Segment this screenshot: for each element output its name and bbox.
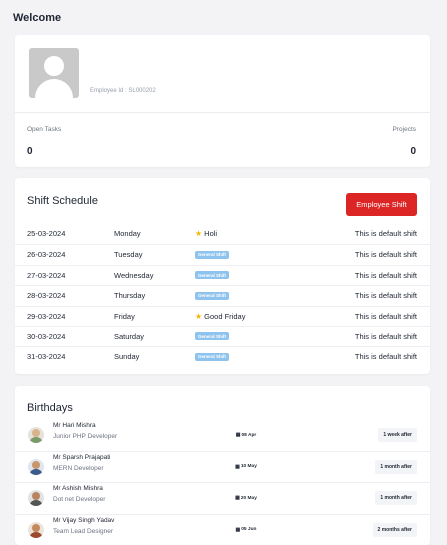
shift-badge: General Shift: [195, 352, 230, 361]
shift-day: Thursday: [114, 291, 146, 301]
shift-row: 31-03-2024 Sunday General Shift This is def…: [15, 346, 430, 366]
divider: [15, 482, 430, 483]
shift-badge: General Shift: [195, 332, 230, 341]
projects-value: 0: [410, 146, 416, 157]
page-title: Welcome: [13, 12, 62, 24]
holiday-name: Holi: [204, 229, 218, 238]
shift-description: This is default shift: [354, 311, 417, 321]
avatar: [28, 490, 44, 506]
shift-date: 30-03-2024: [27, 331, 66, 341]
employee-shift-button[interactable]: Employee Shift: [346, 193, 417, 216]
star-icon: ★: [195, 311, 203, 321]
employee-role: Dot net Developer: [53, 496, 106, 503]
birthday-relative: 1 month after: [375, 491, 417, 505]
birthday-item: Mr Hari Mishra Junior PHP Developer ▦ 08 Ap…: [15, 421, 430, 452]
employee-role: Junior PHP Developer: [53, 433, 118, 440]
shift-date: 26-03-2024: [27, 250, 66, 260]
shift-row: 26-03-2024 Tuesday General Shift This is de…: [15, 244, 430, 264]
birthday-date-text: 10 May: [240, 464, 257, 469]
projects-label: Projects: [392, 126, 416, 133]
shift-tag: General Shift: [195, 271, 230, 281]
shift-date: 31-03-2024: [27, 352, 66, 362]
shift-description: This is default shift: [354, 270, 417, 280]
birthday-relative: 2 months after: [372, 522, 417, 537]
shift-description: This is default shift: [354, 352, 417, 362]
shift-tag: General Shift: [195, 250, 230, 260]
shift-day: Saturday: [114, 331, 145, 341]
shift-description: This is default shift: [354, 229, 417, 238]
shift-tag: ★ Holi: [195, 229, 217, 238]
birthday-item: Mr Ashish Mishra Dot net Developer ▦ 20 May…: [15, 484, 430, 515]
birthday-date: ▦ 08 Apr: [231, 428, 261, 442]
birthday-date-text: 20 May: [240, 495, 257, 501]
shift-row: 30-03-2024 Saturday General Shift This is d…: [15, 325, 430, 346]
calendar-icon: ▦: [235, 526, 241, 533]
avatar: [28, 521, 44, 538]
employee-role: MERN Developer: [53, 464, 104, 472]
shift-day: Sunday: [114, 352, 140, 362]
holiday-name: Good Friday: [204, 311, 246, 321]
star-icon: ★: [195, 229, 203, 238]
employee-name: Mr Ashish Mishra: [53, 485, 103, 492]
birthday-relative: 1 week after: [378, 428, 417, 442]
shift-schedule-card: Shift Schedule Employee Shift 25-03-2024…: [15, 178, 430, 374]
shift-day: Tuesday: [114, 250, 143, 260]
avatar: [28, 458, 44, 475]
calendar-icon: ▦: [235, 432, 241, 438]
shift-row: 29-03-2024 Friday ★ Good Friday This is defa…: [15, 305, 430, 326]
shift-date: 27-03-2024: [27, 270, 66, 280]
birthdays-title: Birthdays: [27, 402, 73, 414]
avatar: [28, 427, 44, 443]
open-tasks-value: 0: [27, 146, 33, 157]
shift-badge: General Shift: [195, 250, 230, 259]
shift-day: Wednesday: [114, 270, 154, 280]
open-tasks-label: Open Tasks: [27, 126, 62, 133]
shift-tag: General Shift: [195, 352, 230, 362]
shift-description: This is default shift: [354, 291, 417, 301]
birthday-item: Mr Sparsh Prajapati MERN Developer ▦ 10 May…: [15, 453, 430, 484]
shift-row: 28-03-2024 Thursday General Shift This is d…: [15, 285, 430, 305]
employee-role: Team Lead Designer: [53, 527, 113, 535]
shift-date: 29-03-2024: [27, 311, 66, 321]
calendar-icon: ▦: [235, 463, 240, 470]
divider: [15, 513, 430, 515]
birthday-relative: 1 month after: [375, 459, 417, 474]
shift-row: 27-03-2024 Wednesday General Shift This is …: [15, 264, 430, 285]
employee-name: Mr Vijay Singh Yadav: [53, 516, 115, 524]
birthdays-card: Birthdays Mr Hari Mishra Junior PHP Devel…: [15, 386, 430, 545]
shift-day: Monday: [114, 229, 141, 238]
employee-name: Mr Hari Mishra: [53, 422, 96, 429]
avatar: [29, 48, 79, 98]
shift-date: 28-03-2024: [27, 291, 66, 301]
employee-name: Mr Sparsh Prajapati: [53, 453, 111, 461]
birthday-date: ▦ 05 Jun: [231, 523, 261, 537]
shift-table: 25-03-2024 Monday ★ Holi This is default shi…: [15, 224, 430, 367]
shift-row: 25-03-2024 Monday ★ Holi This is default shi…: [15, 224, 430, 244]
shift-description: This is default shift: [354, 331, 417, 341]
shift-tag: ★ Good Friday: [195, 312, 245, 321]
shift-tag: General Shift: [195, 332, 230, 342]
birthday-date: ▦ 10 May: [231, 460, 261, 474]
divider: [15, 450, 430, 452]
shift-schedule-title: Shift Schedule: [27, 195, 98, 207]
employee-id: Employee Id : SL000202: [90, 88, 156, 94]
birthday-item: Mr Vijay Singh Yadav Team Lead Designer ▦ 0…: [15, 516, 430, 545]
shift-badge: General Shift: [195, 271, 230, 280]
birthday-date-text: 05 Jun: [241, 527, 257, 532]
shift-day: Friday: [114, 311, 135, 321]
birthday-date-text: 08 Apr: [241, 432, 257, 438]
divider: [15, 112, 430, 113]
shift-description: This is default shift: [354, 250, 417, 260]
shift-date: 25-03-2024: [27, 229, 66, 238]
shift-tag: General Shift: [195, 291, 230, 301]
profile-card: Employee Id : SL000202 Open Tasks 0 Proj…: [15, 35, 430, 167]
shift-badge: General Shift: [195, 291, 230, 300]
calendar-icon: ▦: [235, 495, 240, 501]
birthday-date: ▦ 20 May: [231, 491, 261, 505]
